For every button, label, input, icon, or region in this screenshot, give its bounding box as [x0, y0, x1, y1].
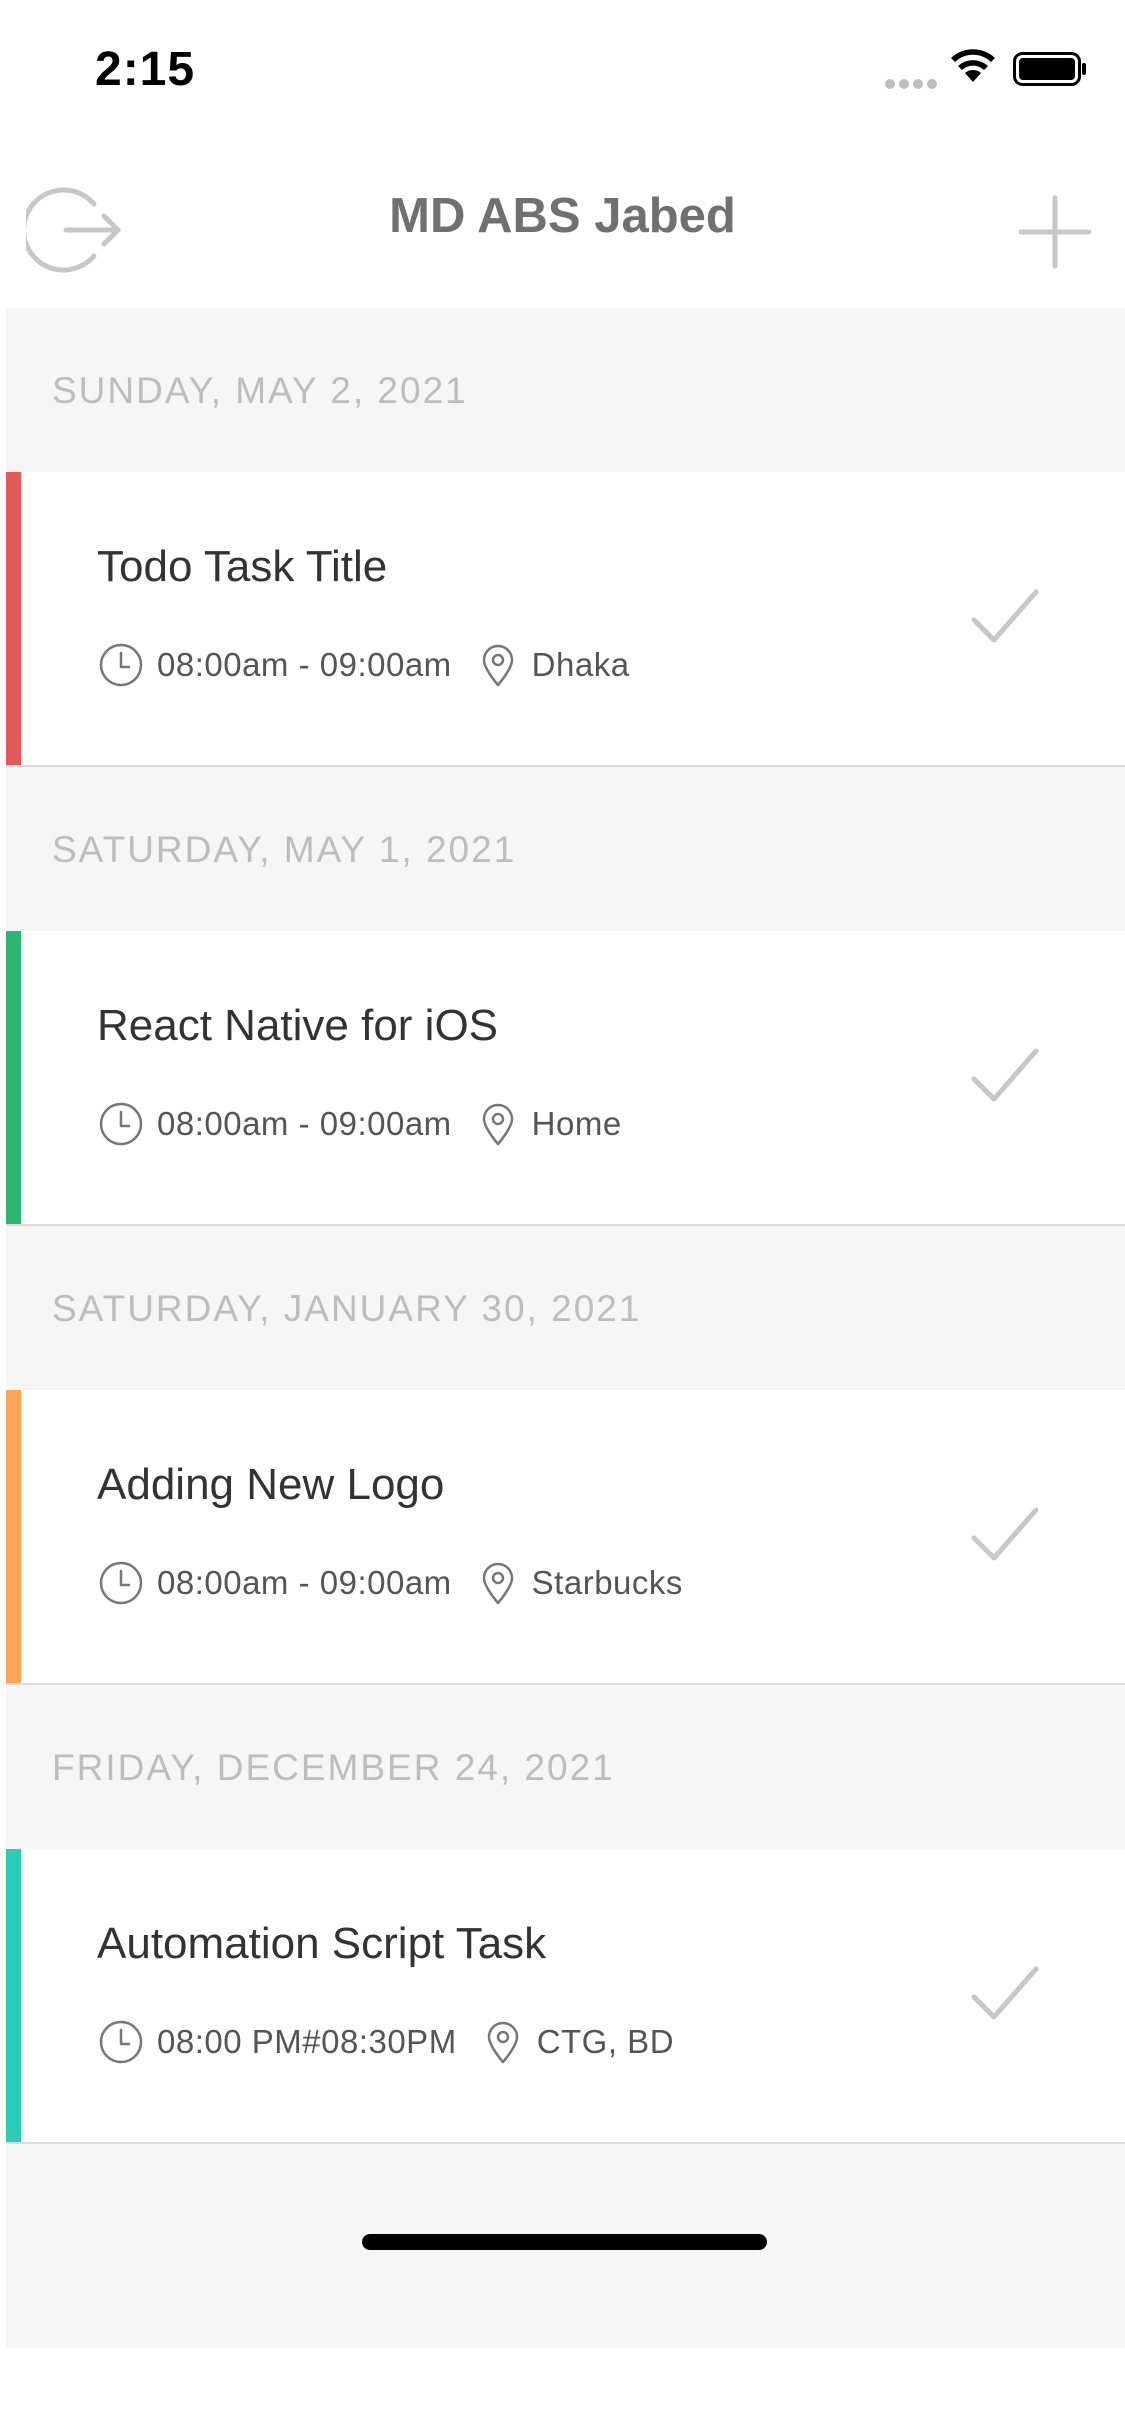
section-date: FRIDAY, DECEMBER 24, 2021 — [52, 1747, 615, 1788]
plus-icon — [1018, 195, 1092, 269]
task-location: Home — [531, 1105, 622, 1142]
task-meta: 08:00 PM#08:30PM CTG, BD — [97, 2017, 674, 2067]
task-section: SATURDAY, MAY 1, 2021 React Native for i… — [6, 767, 1125, 1226]
task-list[interactable]: SUNDAY, MAY 2, 2021 Todo Task Title 08:0… — [6, 308, 1125, 2348]
clock-icon — [99, 2020, 143, 2064]
task-time: 08:00am - 09:00am — [157, 646, 452, 683]
clock-icon — [99, 643, 143, 687]
complete-task-button[interactable] — [966, 1959, 1046, 2029]
add-task-button[interactable] — [1015, 192, 1095, 272]
task-title: Automation Script Task — [97, 1919, 547, 1968]
location-pin-icon — [482, 1103, 513, 1146]
checkmark-icon — [971, 589, 1039, 643]
task-location: CTG, BD — [536, 2023, 675, 2060]
clock-icon — [99, 1561, 143, 1605]
section-header: SATURDAY, MAY 1, 2021 — [6, 767, 1125, 931]
complete-task-button[interactable] — [966, 1041, 1046, 1111]
task-title: React Native for iOS — [97, 1001, 499, 1050]
task-location: Dhaka — [531, 646, 630, 683]
task-color-bar — [6, 1849, 21, 2142]
complete-task-button[interactable] — [966, 1500, 1046, 1570]
clock-icon — [99, 1102, 143, 1146]
task-time: 08:00am - 09:00am — [157, 1564, 452, 1601]
task-meta: 08:00am - 09:00am Dhaka — [97, 640, 630, 690]
task-section: FRIDAY, DECEMBER 24, 2021 Automation Scr… — [6, 1685, 1125, 2144]
location-pin-icon — [482, 644, 513, 687]
section-date: SUNDAY, MAY 2, 2021 — [52, 370, 468, 411]
wifi-icon — [951, 49, 995, 82]
cellular-signal-icon — [885, 76, 941, 94]
header: MD ABS Jabed — [0, 140, 1125, 308]
task-item[interactable]: Automation Script Task 08:00 PM#08:30PM … — [6, 1849, 1125, 2144]
status-bar: 2:15 — [0, 0, 1125, 140]
status-time: 2:15 — [95, 43, 196, 96]
home-indicator[interactable] — [362, 2234, 767, 2250]
checkmark-icon — [971, 1048, 1039, 1102]
checkmark-icon — [971, 1966, 1039, 2020]
battery-icon — [1013, 52, 1086, 86]
task-item[interactable]: Adding New Logo 08:00am - 09:00am Starbu… — [6, 1390, 1125, 1685]
complete-task-button[interactable] — [966, 582, 1046, 652]
section-header: SATURDAY, JANUARY 30, 2021 — [6, 1226, 1125, 1390]
task-location: Starbucks — [531, 1564, 683, 1601]
task-color-bar — [6, 472, 21, 765]
task-section: SATURDAY, JANUARY 30, 2021 Adding New Lo… — [6, 1226, 1125, 1685]
page-title: MD ABS Jabed — [389, 189, 736, 243]
section-header: SUNDAY, MAY 2, 2021 — [6, 308, 1125, 472]
task-item[interactable]: Todo Task Title 08:00am - 09:00am Dhaka — [6, 472, 1125, 767]
task-section: SUNDAY, MAY 2, 2021 Todo Task Title 08:0… — [6, 308, 1125, 767]
location-pin-icon — [487, 2021, 518, 2064]
task-color-bar — [6, 931, 21, 1224]
task-time: 08:00 PM#08:30PM — [157, 2023, 457, 2060]
task-meta: 08:00am - 09:00am Home — [97, 1099, 622, 1149]
section-date: SATURDAY, MAY 1, 2021 — [52, 829, 517, 870]
location-pin-icon — [482, 1562, 513, 1605]
task-title: Adding New Logo — [97, 1460, 445, 1509]
task-meta: 08:00am - 09:00am Starbucks — [97, 1558, 683, 1608]
task-time: 08:00am - 09:00am — [157, 1105, 452, 1142]
task-item[interactable]: React Native for iOS 08:00am - 09:00am H… — [6, 931, 1125, 1226]
task-title: Todo Task Title — [97, 542, 388, 591]
task-color-bar — [6, 1390, 21, 1683]
section-header: FRIDAY, DECEMBER 24, 2021 — [6, 1685, 1125, 1849]
checkmark-icon — [971, 1507, 1039, 1561]
section-date: SATURDAY, JANUARY 30, 2021 — [52, 1288, 642, 1329]
